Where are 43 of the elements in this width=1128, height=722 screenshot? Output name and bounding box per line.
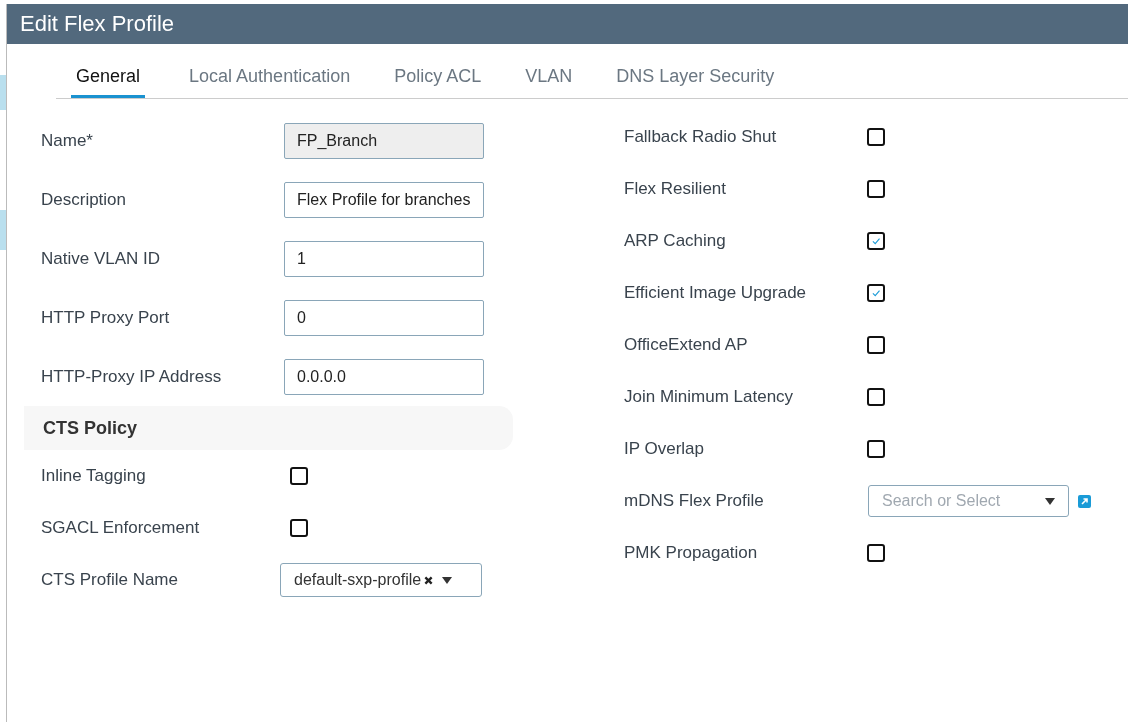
checkbox[interactable] [290,467,308,485]
tab[interactable]: Policy ACL [394,58,482,98]
checkbox[interactable] [867,180,885,198]
dialog-title: Edit Flex Profile [20,11,175,37]
field-label: Join Minimum Latency [624,387,795,407]
checkbox[interactable] [867,128,885,146]
field-label: CTS Profile Name [40,570,179,590]
field-label: SGACL Enforcement [40,518,201,538]
external-link-icon[interactable] [1078,494,1091,508]
checkbox[interactable] [867,336,885,354]
caret-icon [1045,497,1055,505]
field-label: HTTP Proxy Port [40,307,171,328]
section-header: CTS Policy [24,406,513,450]
input-field[interactable]: 1 [284,240,484,277]
field-label: Efficient Image Upgrade [624,283,808,303]
field-label: OfficeExtend AP [624,335,749,355]
field-label: PMK Propagation [624,543,759,563]
field-label: Description [40,189,128,210]
tab[interactable]: General [71,58,146,98]
input-field[interactable]: 0.0.0.0 [284,358,484,395]
input-field[interactable]: Flex Profile for branches [284,181,484,218]
checkbox[interactable] [867,232,885,250]
clear-icon[interactable] [424,575,434,585]
field-label: Fallback Radio Shut [624,127,778,147]
field-label: Flex Resilient [624,179,728,199]
checkbox[interactable] [290,519,308,537]
field-label: mDNS Flex Profile [624,491,765,511]
tab[interactable]: DNS Layer Security [616,58,775,98]
input-field[interactable]: 0 [284,299,484,336]
field-label: IP Overlap [624,439,705,459]
caret-icon [442,576,453,584]
tab[interactable]: VLAN [525,58,573,98]
field-label: Inline Tagging [40,466,147,486]
select-field[interactable]: default-sxp-profile [280,563,482,597]
checkbox[interactable] [867,284,885,302]
field-label: Name* [40,130,94,151]
checkbox[interactable] [867,544,885,562]
checkbox[interactable] [867,440,885,458]
tab[interactable]: Local Authentication [189,58,351,98]
field-label: HTTP-Proxy IP Address [40,366,223,387]
checkbox[interactable] [867,388,885,406]
field-label: ARP Caching [624,231,727,251]
field-label: Native VLAN ID [40,248,162,269]
